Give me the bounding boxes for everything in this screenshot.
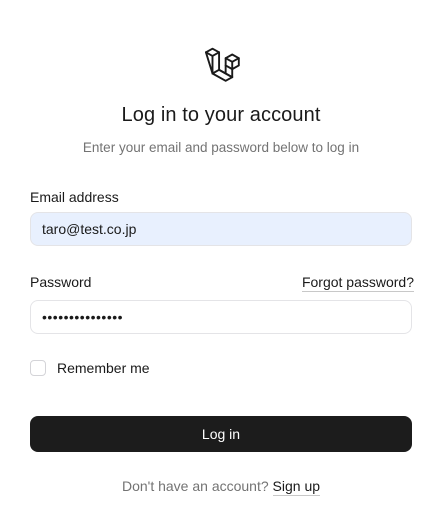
page-subtitle: Enter your email and password below to l…: [82, 140, 360, 155]
remember-me-checkbox[interactable]: [30, 360, 46, 376]
signup-row: Don't have an account? Sign up: [0, 478, 422, 496]
laravel-logo-icon: [204, 47, 240, 82]
email-label: Email address: [30, 189, 119, 205]
signup-prompt: Don't have an account?: [121, 478, 269, 494]
password-field[interactable]: [30, 300, 412, 334]
email-field[interactable]: [30, 212, 412, 246]
signup-link[interactable]: Sign up: [272, 478, 321, 496]
password-label: Password: [30, 274, 92, 290]
page-title: Log in to your account: [121, 104, 321, 126]
forgot-password-link[interactable]: Forgot password?: [301, 274, 414, 292]
remember-me-label[interactable]: Remember me: [57, 360, 150, 376]
login-button[interactable]: Log in: [30, 416, 412, 452]
